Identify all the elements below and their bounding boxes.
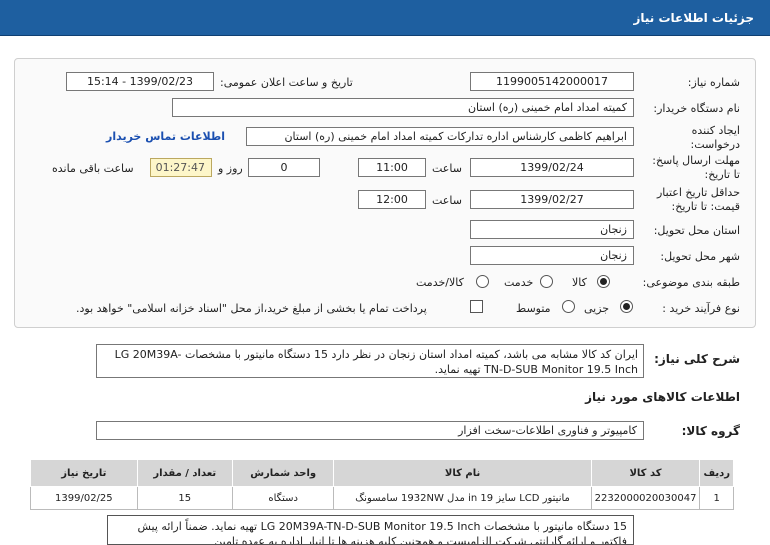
treasury-payment-note: پرداخت تمام یا بخشی از مبلغ خرید،از محل …	[76, 302, 427, 315]
page-header: جزئیات اطلاعات نیاز	[0, 0, 770, 36]
category-radio-goods-service[interactable]	[476, 275, 489, 288]
cell-code: 2232000020030047	[590, 486, 701, 510]
province-label: استان محل تحویل:	[653, 224, 740, 237]
category-label: طبقه بندی موضوعی:	[642, 276, 740, 289]
buyer-org-label: نام دستگاه خریدار:	[653, 102, 740, 115]
announce-label: تاریخ و ساعت اعلان عمومی:	[220, 76, 353, 89]
bottom-note: 15 دستگاه مانیتور با مشخصات LG 20M39A-TN…	[107, 515, 634, 545]
cell-unit: دستگاه	[231, 486, 335, 510]
purchase-radio-minor[interactable]	[620, 300, 633, 313]
validity-time-label: ساعت	[432, 194, 462, 207]
city-label: شهر محل تحویل:	[660, 250, 740, 263]
category-option-goods: کالا	[572, 276, 587, 289]
deadline-date-field: 1399/02/24	[470, 158, 634, 177]
goods-group-label: گروه کالا:	[681, 424, 740, 438]
description-label: شرح کلی نیاز:	[654, 352, 740, 366]
purchase-option-medium: متوسط	[516, 302, 551, 315]
goods-group-field: کامپیوتر و فناوری اطلاعات-سخت افزار	[96, 421, 644, 440]
remaining-time-field: 01:27:47	[150, 158, 212, 177]
category-option-service: خدمت	[504, 276, 534, 289]
remaining-label: ساعت باقی مانده	[52, 162, 134, 175]
table-header-row: ردیف کد کالا نام کالا واحد شمارش تعداد /…	[30, 459, 734, 487]
col-quantity: تعداد / مقدار	[136, 459, 233, 487]
creator-label: ایجاد کننده درخواست:	[690, 124, 740, 151]
province-field: زنجان	[470, 220, 634, 239]
city-field: زنجان	[470, 246, 634, 265]
col-code: کد کالا	[590, 459, 701, 487]
deadline-time-label: ساعت	[432, 162, 462, 175]
creator-field: ابراهیم کاظمی کارشناس اداره تدارکات کمیت…	[246, 127, 634, 146]
validity-time-field: 12:00	[358, 190, 426, 209]
validity-date-field: 1399/02/27	[470, 190, 634, 209]
validity-label: حداقل تاریخ اعتبار قیمت: تا تاریخ:	[656, 186, 740, 213]
deadline-label: مهلت ارسال پاسخ: تا تاریخ:	[652, 154, 740, 181]
col-row: ردیف	[699, 459, 734, 487]
goods-section-title: اطلاعات کالاهای مورد نیاز	[585, 390, 740, 404]
purchase-radio-medium[interactable]	[562, 300, 575, 313]
col-date: تاریخ نیاز	[30, 459, 138, 487]
announce-field: 1399/02/23 - 15:14	[66, 72, 214, 91]
purchase-option-minor: جزیی	[584, 302, 610, 315]
cell-row: 1	[699, 486, 734, 510]
purchase-type-label: نوع فرآیند خرید :	[662, 302, 740, 315]
need-number-field: 1199005142000017	[470, 72, 634, 91]
treasury-payment-checkbox[interactable]	[470, 300, 483, 313]
table-row[interactable]: 1 2232000020030047 مانیتور LCD سایز 19 i…	[30, 486, 734, 510]
cell-date: 1399/02/25	[30, 486, 138, 510]
cell-name: مانیتور LCD سایز 19 in مدل 1932NW سامسون…	[333, 486, 592, 510]
category-radio-service[interactable]	[540, 275, 553, 288]
cell-quantity: 15	[136, 486, 233, 510]
days-label: روز و	[218, 162, 243, 175]
goods-table: ردیف کد کالا نام کالا واحد شمارش تعداد /…	[30, 459, 734, 510]
category-option-goods-service: کالا/خدمت	[416, 276, 464, 289]
buyer-org-field: کمیته امداد امام خمینی (ره) استان	[172, 98, 634, 117]
description-field: ایران کد کالا مشابه می باشد، کمیته امداد…	[96, 344, 644, 378]
col-name: نام کالا	[333, 459, 592, 487]
category-radio-goods[interactable]	[597, 275, 610, 288]
need-number-label: شماره نیاز:	[687, 76, 740, 89]
contact-info-link[interactable]: اطلاعات تماس خریدار	[106, 130, 225, 143]
days-field: 0	[248, 158, 320, 177]
deadline-time-field: 11:00	[358, 158, 426, 177]
page-title: جزئیات اطلاعات نیاز	[633, 11, 754, 25]
col-unit: واحد شمارش	[231, 459, 335, 487]
